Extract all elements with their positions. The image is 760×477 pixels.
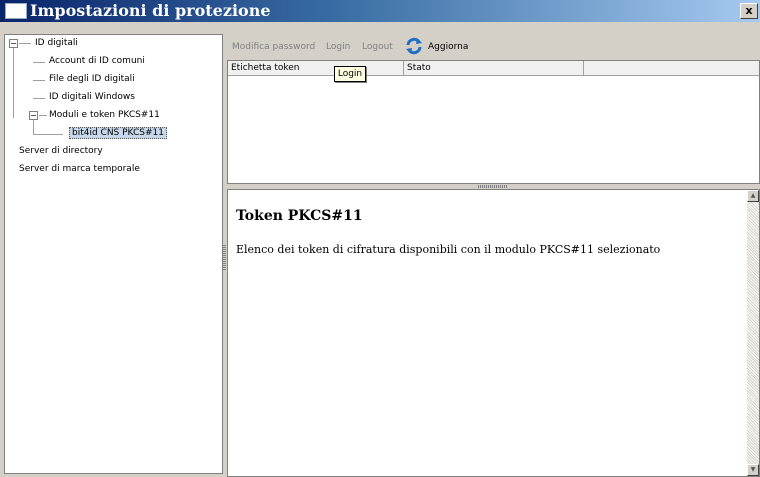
tree-connector xyxy=(39,115,47,116)
column-header-etichetta[interactable]: Etichetta token xyxy=(228,61,404,75)
toolbar: Modifica password Login Logout Aggiorna xyxy=(228,34,760,60)
login-button[interactable]: Login xyxy=(326,42,350,52)
tree-item-label: File degli ID digitali xyxy=(49,74,135,84)
tree-item-label: Account di ID comuni xyxy=(49,56,145,66)
refresh-icon[interactable] xyxy=(405,37,423,55)
tree-connector xyxy=(33,62,45,63)
column-header-stato[interactable]: Stato xyxy=(404,61,584,75)
tree-item-file-id-digitali[interactable]: File degli ID digitali xyxy=(49,73,135,85)
close-button[interactable]: x xyxy=(740,3,758,19)
tree-item-account-id-comuni[interactable]: Account di ID comuni xyxy=(49,55,145,67)
tree-connector xyxy=(33,80,45,81)
tree-connector xyxy=(19,43,31,44)
vertical-splitter-handle[interactable] xyxy=(223,245,226,271)
logout-button[interactable]: Logout xyxy=(362,42,393,52)
tree-item-label: bit4id CNS PKCS#11 xyxy=(69,127,167,139)
tree-item-label: Server di directory xyxy=(19,146,103,156)
tree-item-bit4id-cns[interactable]: bit4id CNS PKCS#11 xyxy=(69,127,167,139)
scroll-up-icon[interactable]: ▲ xyxy=(747,190,759,202)
collapse-icon[interactable]: − xyxy=(29,111,38,120)
description-text: Elenco dei token di cifratura disponibil… xyxy=(236,243,661,256)
tree-connector xyxy=(33,134,63,135)
change-password-button[interactable]: Modifica password xyxy=(232,42,315,52)
tree-item-label: ID digitali xyxy=(35,38,78,48)
scroll-down-icon[interactable]: ▼ xyxy=(747,464,759,476)
tree-connector xyxy=(13,48,14,118)
login-tooltip: Login xyxy=(334,66,366,82)
tree-item-label: Moduli e token PKCS#11 xyxy=(49,110,160,120)
tree-item-server-directory[interactable]: Server di directory xyxy=(19,145,103,157)
tree-connector xyxy=(33,120,34,134)
navigation-tree[interactable]: − ID digitali Account di ID comuni File … xyxy=(4,34,223,474)
collapse-icon[interactable]: − xyxy=(9,39,18,48)
tree-item-label: Server di marca temporale xyxy=(19,164,140,174)
window-title: Impostazioni di protezione xyxy=(30,1,271,20)
tree-item-id-digitali-windows[interactable]: ID digitali Windows xyxy=(49,91,135,103)
window-icon xyxy=(5,3,27,19)
description-title: Token PKCS#11 xyxy=(236,208,363,224)
tree-item-server-marca-temporale[interactable]: Server di marca temporale xyxy=(19,163,140,175)
title-bar[interactable]: Impostazioni di protezione x xyxy=(0,0,760,22)
tree-item-id-digitali[interactable]: ID digitali xyxy=(35,37,78,49)
refresh-button[interactable]: Aggiorna xyxy=(428,42,468,52)
vertical-scrollbar[interactable]: ▲ ▼ xyxy=(747,190,759,476)
tree-item-moduli-token-pkcs11[interactable]: Moduli e token PKCS#11 xyxy=(49,109,160,121)
tree-item-label: ID digitali Windows xyxy=(49,92,135,102)
description-panel: Token PKCS#11 Elenco dei token di cifrat… xyxy=(227,189,760,477)
horizontal-splitter-handle[interactable] xyxy=(478,185,508,188)
token-table[interactable]: Etichetta token Stato xyxy=(227,60,760,184)
tree-connector xyxy=(33,98,45,99)
table-header: Etichetta token Stato xyxy=(228,61,759,76)
